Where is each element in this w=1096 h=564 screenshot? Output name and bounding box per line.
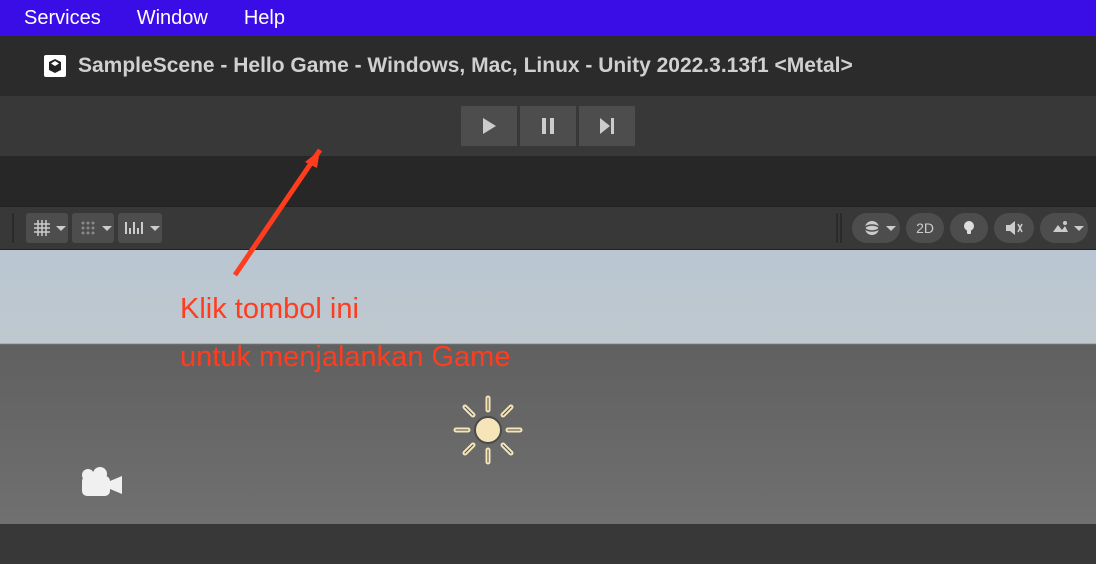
effects-toggle-button[interactable] — [1040, 213, 1088, 243]
annotation-line2: untuk menjalankan Game — [180, 334, 510, 382]
toolbar-gap — [0, 156, 1096, 206]
window-title: SampleScene - Hello Game - Windows, Mac,… — [78, 54, 853, 78]
chevron-down-icon — [56, 226, 66, 236]
play-button[interactable] — [461, 106, 517, 146]
scene-toolbar: 2D — [0, 206, 1096, 250]
toolbar-divider — [836, 213, 842, 243]
chevron-down-icon — [1074, 226, 1084, 236]
chevron-down-icon — [886, 226, 896, 236]
unity-logo-icon — [44, 55, 66, 77]
audio-toggle-button[interactable] — [994, 213, 1034, 243]
2d-label: 2D — [916, 220, 934, 236]
grid-icon — [32, 218, 52, 238]
annotation-line1: Klik tombol ini — [180, 286, 510, 334]
2d-toggle-button[interactable]: 2D — [906, 213, 944, 243]
toolbar-divider — [8, 213, 14, 243]
pause-button[interactable] — [520, 106, 576, 146]
increment-icon — [124, 218, 146, 238]
titlebar: SampleScene - Hello Game - Windows, Mac,… — [0, 36, 1096, 96]
step-button[interactable] — [579, 106, 635, 146]
snap-increment-button[interactable] — [118, 213, 162, 243]
step-forward-icon — [598, 117, 616, 135]
menu-window[interactable]: Window — [137, 7, 208, 30]
directional-light-gizmo[interactable] — [448, 390, 528, 470]
annotation-arrow — [225, 140, 345, 290]
lightbulb-icon — [960, 219, 978, 237]
chevron-down-icon — [150, 226, 160, 236]
play-icon — [481, 117, 497, 135]
scene-viewport[interactable]: Klik tombol ini untuk menjalankan Game — [0, 250, 1096, 524]
effects-icon — [1050, 219, 1070, 237]
menu-services[interactable]: Services — [24, 7, 101, 30]
audio-mute-icon — [1004, 219, 1024, 237]
pause-icon — [541, 117, 555, 135]
menubar: Services Window Help — [0, 0, 1096, 36]
snap-toggle-button[interactable] — [72, 213, 114, 243]
draw-mode-button[interactable] — [852, 213, 900, 243]
camera-gizmo[interactable] — [76, 466, 128, 504]
annotation-text: Klik tombol ini untuk menjalankan Game — [180, 286, 510, 382]
chevron-down-icon — [102, 226, 112, 236]
menu-help[interactable]: Help — [244, 7, 285, 30]
sphere-icon — [862, 218, 882, 238]
snap-icon — [78, 218, 98, 238]
lighting-toggle-button[interactable] — [950, 213, 988, 243]
grid-toggle-button[interactable] — [26, 213, 68, 243]
play-controls — [0, 96, 1096, 156]
